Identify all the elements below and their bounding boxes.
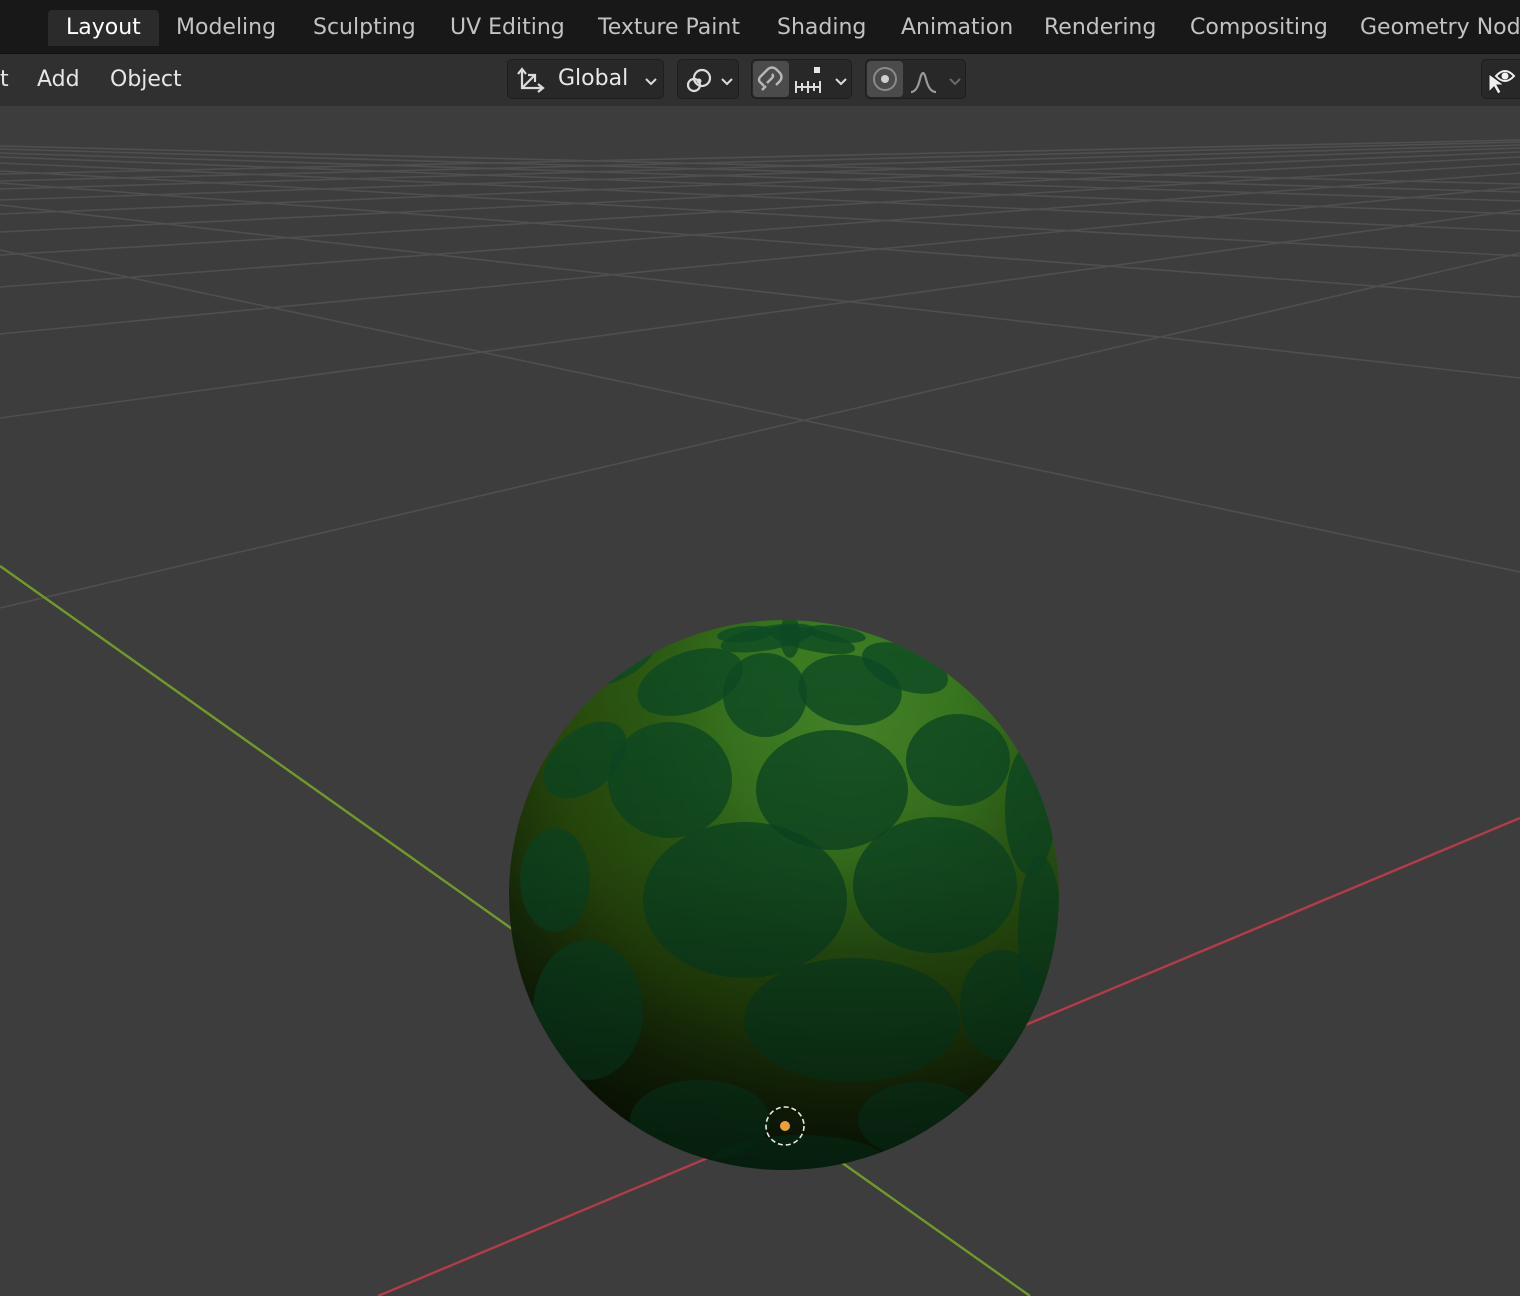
tab-animation[interactable]: Animation — [883, 10, 1031, 46]
magnet-snap-icon — [756, 64, 786, 98]
tab-sculpting[interactable]: Sculpting — [295, 10, 434, 46]
tab-shading[interactable]: Shading — [759, 10, 884, 46]
blender-window: Layout Modeling Sculpting UV Editing Tex… — [0, 0, 1520, 1296]
visibility-dropdown[interactable] — [1481, 59, 1520, 99]
proportional-editing-group — [865, 59, 966, 99]
floor-grid — [0, 139, 1520, 609]
tab-texture-paint[interactable]: Texture Paint — [580, 10, 758, 46]
snap-increment-icon[interactable] — [792, 65, 826, 99]
viewport-header: t Add Object Global — [0, 54, 1520, 106]
snap-toggle[interactable] — [753, 61, 789, 97]
tab-compositing[interactable]: Compositing — [1172, 10, 1346, 46]
pivot-point-dropdown[interactable] — [677, 59, 739, 99]
menu-add[interactable]: Add — [37, 62, 80, 98]
chevron-down-icon[interactable] — [834, 73, 848, 92]
pivot-point-icon — [684, 65, 716, 99]
chevron-down-icon — [644, 73, 658, 92]
chevron-down-icon — [720, 73, 734, 92]
workspace-tab-bar: Layout Modeling Sculpting UV Editing Tex… — [0, 0, 1520, 54]
eye-visibility-icon — [1486, 64, 1520, 100]
3d-viewport[interactable] — [0, 106, 1520, 1296]
falloff-curve-icon[interactable] — [908, 65, 942, 99]
tab-uv-editing[interactable]: UV Editing — [432, 10, 583, 46]
tab-geometry-nodes[interactable]: Geometry Node — [1342, 10, 1520, 46]
snapping-group — [751, 59, 852, 99]
tab-modeling[interactable]: Modeling — [158, 10, 294, 46]
chevron-down-icon[interactable] — [948, 73, 962, 92]
viewport-scene — [0, 139, 1520, 1296]
menu-select-partial[interactable]: t — [0, 62, 9, 98]
proportional-editing-toggle[interactable] — [867, 61, 903, 97]
tab-layout[interactable]: Layout — [48, 10, 159, 46]
tab-rendering[interactable]: Rendering — [1026, 10, 1174, 46]
textured-sphere — [509, 620, 1059, 1170]
menu-object[interactable]: Object — [110, 62, 182, 98]
transform-orientation-dropdown[interactable]: Global — [507, 59, 664, 99]
transform-orientation-icon — [516, 66, 546, 98]
proportional-editing-icon — [870, 64, 900, 98]
transform-orientation-value: Global — [558, 66, 629, 91]
